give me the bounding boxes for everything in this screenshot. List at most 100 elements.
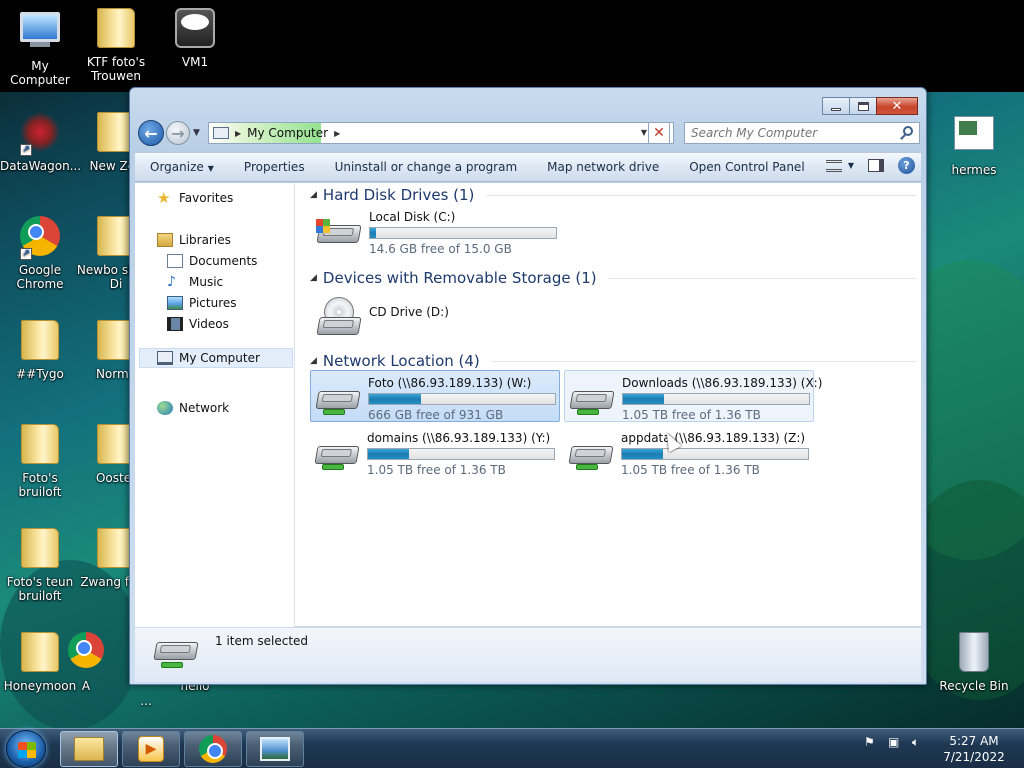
- desktop-icon-fotos-teun-bruiloft[interactable]: Foto's teun bruiloft: [0, 528, 80, 603]
- taskbar-explorer[interactable]: [60, 731, 118, 767]
- taskbar-photo-viewer[interactable]: [246, 731, 304, 767]
- open-control-panel-button[interactable]: Open Control Panel: [674, 160, 819, 174]
- content-area: ★ Favorites Libraries Documents ♪ Music …: [135, 183, 921, 627]
- help-icon[interactable]: ?: [898, 157, 915, 174]
- address-bar[interactable]: ▶ My Computer ▶ ▼: [208, 122, 674, 144]
- desktop-icon-datawagon[interactable]: ↗ DataWagon...: [0, 112, 82, 173]
- start-button[interactable]: [6, 730, 46, 768]
- desktop-icon-fotos-bruiloft[interactable]: Foto's bruiloft: [0, 424, 80, 499]
- drive-free-space: 14.6 GB free of 15.0 GB: [369, 242, 512, 256]
- nav-label: Network: [179, 401, 230, 415]
- recent-pages-dropdown[interactable]: ▼: [193, 128, 200, 138]
- desktop-icon-label: ...: [140, 694, 152, 708]
- clock[interactable]: 5:27 AM 7/21/2022: [932, 733, 1016, 765]
- map-network-drive-button[interactable]: Map network drive: [532, 160, 674, 174]
- desktop-icon-ktf-fotos[interactable]: KTF foto's Trouwen: [76, 8, 156, 83]
- desktop-icon-hermes[interactable]: hermes: [934, 112, 1014, 177]
- uninstall-program-button[interactable]: Uninstall or change a program: [320, 160, 533, 174]
- desktop-icon-google-chrome[interactable]: ↗ Google Chrome: [0, 216, 80, 291]
- system-tray: ⚑ ▣ 🔈︎: [864, 735, 926, 749]
- breadcrumb-my-computer[interactable]: My Computer: [247, 126, 328, 140]
- nav-item-music[interactable]: ♪ Music: [167, 275, 223, 289]
- group-title: Devices with Removable Storage (1): [322, 269, 597, 287]
- details-pane: 1 item selected: [135, 628, 921, 682]
- drive-name: Downloads (\\86.93.189.133) (X:): [622, 376, 823, 390]
- forward-arrow-icon: →: [171, 123, 185, 143]
- desktop-icon-recycle-bin[interactable]: Recycle Bin: [934, 632, 1014, 693]
- drive-name: Local Disk (C:): [369, 210, 456, 224]
- nav-item-network[interactable]: Network: [157, 401, 229, 415]
- folder-icon: [97, 8, 135, 48]
- command-bar-right: ▼ ?: [825, 157, 915, 174]
- desktop-icon-label: DataWagon...: [0, 159, 82, 173]
- usage-fill: [369, 394, 422, 404]
- navigation-bar: ← → ▼ ▶ My Computer ▶ ▼ ✕: [138, 120, 920, 146]
- usage-fill: [370, 228, 376, 238]
- minimize-button[interactable]: [822, 97, 850, 115]
- chevron-down-icon: ▼: [207, 164, 214, 173]
- nav-item-favorites[interactable]: ★ Favorites: [157, 191, 233, 206]
- nav-item-videos[interactable]: Videos: [167, 317, 229, 331]
- file-list: ◢ Hard Disk Drives (1) Local Disk (C:) 1…: [300, 183, 921, 627]
- folder-icon: [21, 424, 59, 464]
- drive-appdata-z[interactable]: appdata (\\86.93.189.133) (Z:) 1.05 TB f…: [564, 426, 814, 478]
- minimize-icon: [831, 107, 841, 111]
- desktop-icon-my-computer[interactable]: My Computer: [0, 8, 80, 87]
- taskbar-chrome[interactable]: [184, 731, 242, 767]
- clock-time: 5:27 AM: [949, 734, 999, 748]
- drive-foto-w[interactable]: Foto (\\86.93.189.133) (W:) 666 GB free …: [310, 370, 560, 422]
- network-status-icon[interactable]: ▣: [888, 735, 902, 749]
- libraries-icon: [157, 233, 173, 247]
- drive-cd-d[interactable]: CD Drive (D:): [312, 287, 562, 339]
- search-input[interactable]: [691, 126, 891, 140]
- organize-button[interactable]: Organize ▼: [135, 160, 229, 174]
- drive-local-disk-c[interactable]: Local Disk (C:) 14.6 GB free of 15.0 GB: [312, 205, 562, 257]
- search-icon[interactable]: [903, 126, 913, 136]
- collapse-icon: ◢: [310, 356, 317, 366]
- forward-button[interactable]: →: [166, 121, 190, 145]
- network-drive-icon: [314, 434, 360, 472]
- action-center-icon[interactable]: ⚑: [864, 735, 878, 749]
- nav-item-pictures[interactable]: Pictures: [167, 296, 237, 310]
- desktop-icon-more[interactable]: ...: [106, 694, 186, 708]
- document-icon: [954, 116, 994, 150]
- search-box[interactable]: [684, 122, 920, 144]
- maximize-button[interactable]: [849, 97, 877, 115]
- drive-free-space: 1.05 TB free of 1.36 TB: [621, 463, 760, 477]
- desktop-icon-label: hermes: [951, 163, 997, 177]
- change-view-button[interactable]: ▼: [825, 159, 854, 172]
- desktop-icon-label: My Computer: [10, 59, 70, 87]
- breadcrumb-separator-icon[interactable]: ▶: [334, 129, 340, 138]
- group-header-network-location[interactable]: ◢ Network Location (4): [310, 352, 916, 370]
- group-header-hard-disk-drives[interactable]: ◢ Hard Disk Drives (1): [310, 186, 916, 204]
- address-dropdown-icon[interactable]: ▼: [641, 128, 647, 137]
- shortcut-arrow-icon: ↗: [20, 248, 32, 260]
- vm-icon: [175, 8, 215, 48]
- volume-icon[interactable]: 🔈︎: [912, 735, 926, 749]
- hard-drive-icon: [316, 213, 362, 251]
- explorer-icon: [74, 737, 104, 761]
- desktop-icon-tygo[interactable]: ##Tygo: [0, 320, 80, 381]
- properties-button[interactable]: Properties: [229, 160, 320, 174]
- preview-pane-icon[interactable]: [868, 159, 884, 172]
- nav-item-libraries[interactable]: Libraries: [157, 233, 231, 247]
- group-header-removable-storage[interactable]: ◢ Devices with Removable Storage (1): [310, 269, 916, 287]
- photo-viewer-icon: [260, 737, 290, 761]
- drive-name: domains (\\86.93.189.133) (Y:): [367, 431, 551, 445]
- nav-item-documents[interactable]: Documents: [167, 254, 257, 268]
- drive-downloads-x[interactable]: Downloads (\\86.93.189.133) (X:) 1.05 TB…: [564, 370, 822, 422]
- explorer-window[interactable]: ✕ ← → ▼ ▶ My Computer ▶ ▼ ✕ Organize▼ Pr…: [129, 87, 927, 685]
- stop-refresh-button[interactable]: ✕: [648, 122, 670, 144]
- desktop-icon-vm1[interactable]: VM1: [155, 8, 235, 69]
- usage-fill: [368, 449, 409, 459]
- music-icon: ♪: [167, 274, 176, 290]
- back-arrow-icon: ←: [144, 123, 158, 143]
- drive-domains-y[interactable]: domains (\\86.93.189.133) (Y:) 1.05 TB f…: [310, 426, 560, 478]
- breadcrumb-separator-icon[interactable]: ▶: [235, 129, 241, 138]
- taskbar-media-player[interactable]: ▶: [122, 731, 180, 767]
- close-button[interactable]: ✕: [876, 97, 918, 115]
- nav-item-my-computer[interactable]: My Computer: [139, 348, 293, 368]
- desktop-icon-a[interactable]: A: [46, 632, 126, 693]
- back-button[interactable]: ←: [138, 120, 164, 146]
- nav-label: Documents: [189, 254, 258, 268]
